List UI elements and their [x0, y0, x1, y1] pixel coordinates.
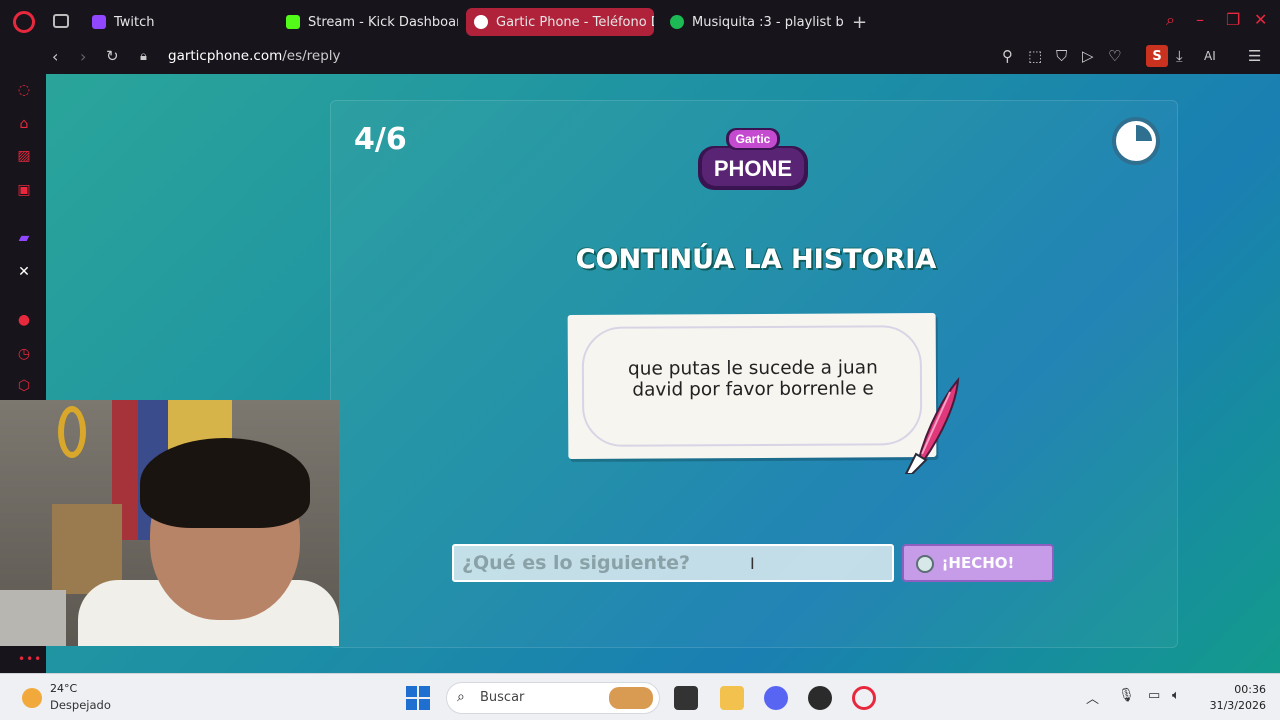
tab-spotify[interactable]: Musiquita :3 - playlist by S	[662, 8, 844, 36]
spotify-sidebar-icon[interactable]: ●	[16, 312, 32, 328]
done-button[interactable]: ¡HECHO!	[902, 544, 1054, 582]
menu-icon[interactable]: ☰	[1248, 47, 1261, 65]
taskbar: 24°C Despejado ⌕ Buscar ︿ 🎙︎ ▭ 🔈︎ 00:36 …	[0, 673, 1280, 720]
pocket-icon[interactable]: ⛉	[1056, 47, 1067, 65]
search-icon: ⌕	[457, 689, 465, 705]
clock[interactable]: 00:36 31/3/2026	[1196, 682, 1266, 714]
tab-label: Musiquita :3 - playlist by S	[692, 14, 844, 30]
snapshot-icon[interactable]: ⬚	[1028, 47, 1042, 65]
done-label: ¡HECHO!	[941, 554, 1015, 572]
minimize-icon[interactable]: –	[1196, 10, 1204, 29]
forward-icon[interactable]: ›	[80, 47, 86, 66]
webcam-overlay	[0, 400, 339, 646]
terminal-app-icon[interactable]	[674, 686, 698, 710]
balloon-decoration	[58, 406, 86, 458]
tab-label: Stream - Kick Dashboard	[308, 14, 458, 30]
download-icon[interactable]: ⤓	[1176, 47, 1183, 65]
round-counter: 4/6	[354, 122, 407, 157]
gartic-phone-logo: Gartic PHONE	[698, 128, 808, 190]
tab-bar: Twitch Stream - Kick Dashboard Gartic Ph…	[0, 0, 1280, 44]
back-icon[interactable]: ‹	[52, 47, 58, 66]
weather-temperature: 24°C	[50, 682, 78, 695]
start-icon[interactable]	[406, 686, 430, 710]
taskbar-search[interactable]: ⌕ Buscar	[446, 682, 660, 714]
file-explorer-icon[interactable]	[720, 686, 744, 710]
tab-label: Twitch	[114, 14, 155, 30]
search-tabs-icon[interactable]: ⌕	[1166, 10, 1175, 30]
timer-icon	[1112, 117, 1160, 165]
lock-icon: 🔒︎	[140, 49, 147, 64]
twitch-sidebar-icon[interactable]: ▰	[16, 230, 32, 246]
weather-moon-icon[interactable]	[22, 688, 42, 708]
spotify-icon	[670, 15, 684, 29]
tray-overflow-icon[interactable]: ︿	[1086, 688, 1099, 707]
player-icon[interactable]: ▷	[1082, 47, 1094, 65]
new-tab-button[interactable]: +	[852, 12, 867, 33]
story-line-1: que putas le sucede a juan	[627, 357, 878, 380]
opera-menu-icon[interactable]	[13, 11, 35, 33]
story-text: que putas le sucede a juan david por fav…	[608, 357, 898, 401]
search-placeholder: Buscar	[480, 690, 525, 705]
text-cursor-icon: I	[750, 554, 755, 573]
sidebar-more-icon[interactable]: •••	[18, 652, 42, 666]
tab-gartic-phone[interactable]: Gartic Phone - Teléfono D	[466, 8, 654, 36]
ai-label: AI	[1204, 49, 1216, 63]
crypto-wallet-icon[interactable]: ⌂	[16, 116, 32, 132]
tab-label: Gartic Phone - Teléfono D	[496, 14, 654, 30]
x-icon[interactable]: ✕	[16, 264, 32, 280]
clock-date: 31/3/2026	[1209, 699, 1266, 712]
answer-input[interactable]: ¿Qué es lo siguiente?	[452, 544, 894, 582]
close-icon[interactable]: ✕	[1254, 10, 1267, 29]
opera-taskbar-icon[interactable]	[852, 686, 876, 710]
workspaces-icon[interactable]	[53, 14, 69, 28]
search-highlight-image	[609, 687, 653, 709]
tab-kick[interactable]: Stream - Kick Dashboard	[278, 8, 458, 36]
url-host: garticphone.com	[168, 48, 283, 64]
check-icon	[916, 555, 934, 573]
logo-bottom-text: PHONE	[714, 156, 792, 181]
network-icon[interactable]: ▭	[1148, 688, 1160, 703]
instruction-heading: CONTINÚA LA HISTORIA	[575, 244, 937, 275]
clock-time: 00:36	[1234, 683, 1266, 696]
aria-icon[interactable]: ◌	[16, 82, 32, 98]
discord-icon[interactable]	[764, 686, 788, 710]
restore-icon[interactable]: ❐	[1226, 10, 1240, 29]
obs-icon[interactable]	[808, 686, 832, 710]
story-paper: que putas le sucede a juan david por fav…	[567, 313, 937, 459]
microphone-icon[interactable]: 🎙︎	[1118, 688, 1135, 703]
twitch-icon	[92, 15, 106, 29]
kick-icon	[286, 15, 300, 29]
quill-icon	[904, 376, 960, 474]
messenger-icon[interactable]: ▣	[16, 182, 32, 198]
volume-icon[interactable]: 🔈︎	[1172, 688, 1180, 703]
pin-icon[interactable]: ⚲	[1002, 47, 1013, 65]
tab-twitch[interactable]: Twitch	[84, 8, 264, 36]
logo-top-text: Gartic	[736, 132, 771, 146]
extensions-icon[interactable]: ⬡	[16, 378, 32, 394]
gartic-icon	[474, 15, 488, 29]
story-line-2: david por favor borrenle e	[632, 378, 874, 401]
heart-icon[interactable]: ♡	[1108, 47, 1121, 65]
weather-condition: Despejado	[50, 698, 111, 712]
url-path: /es/reply	[282, 48, 341, 64]
aria-ai-button[interactable]: AI	[1204, 49, 1216, 63]
reload-icon[interactable]: ↻	[106, 47, 119, 65]
notes-icon[interactable]: ▨	[16, 148, 32, 164]
profile-avatar[interactable]: S	[1146, 45, 1168, 67]
url-field[interactable]: garticphone.com/es/reply	[168, 48, 341, 64]
history-icon[interactable]: ◷	[16, 346, 32, 362]
